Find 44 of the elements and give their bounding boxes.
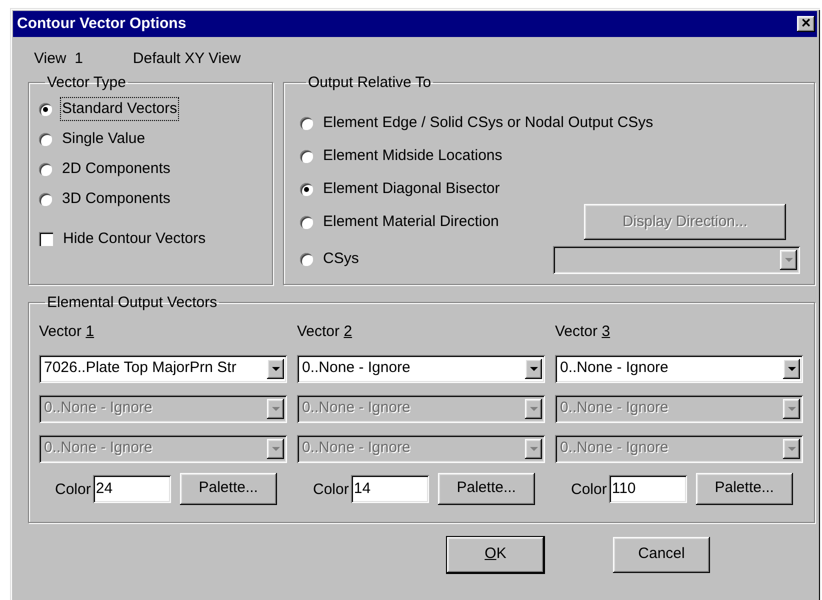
checkbox-label: Hide Contour Vectors <box>63 228 206 248</box>
dialog-button[interactable]: OK <box>447 536 544 572</box>
dialog-button[interactable]: Cancel <box>613 536 710 572</box>
color-label: Color <box>55 480 91 500</box>
radio-label: 2D Components <box>61 158 172 179</box>
radio-label: Element Diagonal Bisector <box>323 178 500 199</box>
palette-button[interactable]: Palette... <box>438 472 535 504</box>
view-name: Default XY View <box>132 49 241 69</box>
color-field[interactable]: 14 <box>350 474 429 502</box>
color-field[interactable]: 24 <box>92 474 171 502</box>
color-field[interactable]: 110 <box>608 474 687 502</box>
vector-label: Vector 2 <box>297 322 352 342</box>
radio-button[interactable] <box>300 182 313 196</box>
radio-label: Standard Vectors <box>60 96 180 122</box>
radio-label: Element Midside Locations <box>323 146 502 166</box>
radio-button[interactable] <box>39 192 52 206</box>
palette-button[interactable]: Palette... <box>180 472 277 504</box>
window-title: Contour Vector Options <box>17 14 186 34</box>
vector-label: Vector 1 <box>39 322 94 342</box>
group-title: Output Relative To <box>307 74 432 90</box>
group-title: Vector Type <box>46 74 127 90</box>
radio-label: 3D Components <box>61 188 172 209</box>
dropdown[interactable]: 7026..Plate Top MajorPrn Str <box>39 354 287 382</box>
radio-button[interactable] <box>300 116 313 130</box>
view-label: View 1 <box>34 49 83 69</box>
group-title: Elemental Output Vectors <box>46 294 218 310</box>
dropdown[interactable]: 0..None - Ignore <box>555 354 803 382</box>
radio-button[interactable] <box>39 102 52 116</box>
radio-label: Element Material Direction <box>323 212 499 232</box>
vector-label: Vector 3 <box>555 322 610 342</box>
radio-button[interactable] <box>300 216 313 228</box>
radio-label: Single Value <box>61 128 146 149</box>
close-button[interactable]: × <box>797 16 815 32</box>
radio-button[interactable] <box>39 132 52 146</box>
radio-button[interactable] <box>300 150 313 162</box>
dropdown[interactable]: 0..None - Ignore <box>297 354 545 382</box>
color-label: Color <box>571 480 607 500</box>
color-label: Color <box>313 480 349 500</box>
radio-button[interactable] <box>39 162 52 176</box>
radio-button[interactable] <box>300 253 313 266</box>
radio-label: CSys <box>323 249 359 270</box>
checkbox[interactable] <box>39 232 53 246</box>
radio-label: Element Edge / Solid CSys or Nodal Output CSys <box>323 112 654 133</box>
palette-button[interactable]: Palette... <box>696 472 793 504</box>
